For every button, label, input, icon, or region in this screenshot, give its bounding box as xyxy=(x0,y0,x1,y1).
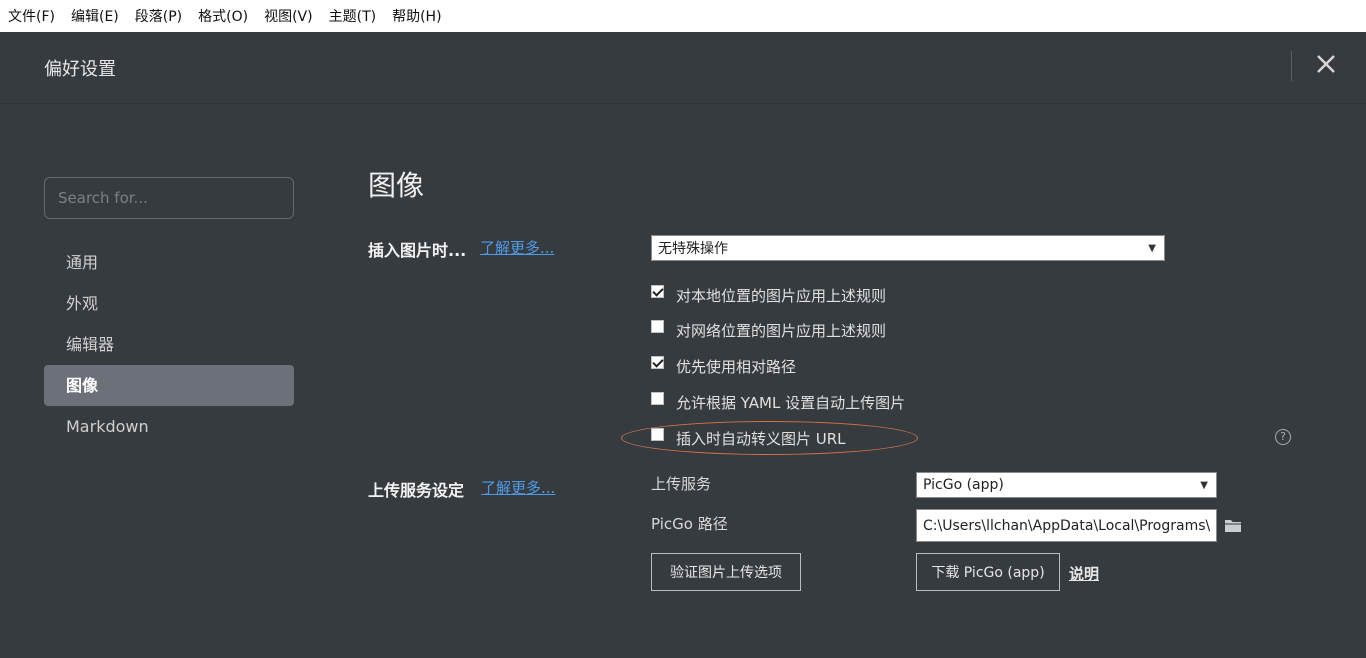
upload-service-select[interactable]: PicGo (app) ▼ xyxy=(916,472,1217,498)
option-label: 对网络位置的图片应用上述规则 xyxy=(676,321,887,340)
option-label: 对本地位置的图片应用上述规则 xyxy=(676,286,887,305)
sidebar-item-appearance[interactable]: 外观 xyxy=(44,283,294,324)
help-icon[interactable]: ? xyxy=(1275,429,1291,445)
insert-learn-more-link[interactable]: 了解更多... xyxy=(480,237,554,258)
page-title: 偏好设置 xyxy=(44,59,116,80)
header-divider xyxy=(1291,51,1292,81)
sidebar-item-markdown[interactable]: Markdown xyxy=(44,406,294,447)
menu-edit[interactable]: 编辑(E) xyxy=(71,0,119,33)
menu-bar: 文件(F) 编辑(E) 段落(P) 格式(O) 视图(V) 主题(T) 帮助(H… xyxy=(0,0,1366,32)
download-picgo-button[interactable]: 下载 PicGo (app) xyxy=(916,553,1060,591)
search-input[interactable] xyxy=(44,177,294,219)
dropdown-arrow-icon: ▼ xyxy=(1200,479,1208,491)
verify-upload-button[interactable]: 验证图片上传选项 xyxy=(651,553,801,591)
checkbox-network-images[interactable] xyxy=(651,319,664,333)
close-icon xyxy=(1317,55,1335,73)
option-label: 优先使用相对路径 xyxy=(676,357,797,376)
menu-help[interactable]: 帮助(H) xyxy=(392,0,441,33)
option-relative-path[interactable]: 优先使用相对路径 xyxy=(651,355,796,377)
insert-action-value: 无特殊操作 xyxy=(658,241,728,257)
sidebar-item-general[interactable]: 通用 xyxy=(44,242,294,283)
checkbox-local-images[interactable] xyxy=(651,284,664,298)
close-button[interactable] xyxy=(1312,50,1340,78)
option-local-images[interactable]: 对本地位置的图片应用上述规则 xyxy=(651,284,886,306)
checkbox-yaml-upload[interactable] xyxy=(651,391,664,405)
menu-view[interactable]: 视图(V) xyxy=(264,0,313,33)
sidebar-item-image[interactable]: 图像 xyxy=(44,365,294,406)
upload-service-label: 上传服务设定 xyxy=(368,481,465,500)
service-field-label: 上传服务 xyxy=(651,475,712,493)
folder-icon[interactable] xyxy=(1225,519,1241,532)
menu-file[interactable]: 文件(F) xyxy=(8,0,55,33)
checkbox-relative-path[interactable] xyxy=(651,355,664,369)
option-network-images[interactable]: 对网络位置的图片应用上述规则 xyxy=(651,319,886,341)
menu-theme[interactable]: 主题(T) xyxy=(329,0,376,33)
picgo-path-input[interactable] xyxy=(916,509,1217,542)
upload-learn-more-link[interactable]: 了解更多... xyxy=(481,477,555,498)
preferences-header: 偏好设置 xyxy=(0,32,1366,104)
sidebar-nav: 通用 外观 编辑器 图像 Markdown xyxy=(44,242,294,447)
dropdown-arrow-icon: ▼ xyxy=(1148,242,1156,254)
insert-image-label: 插入图片时... xyxy=(368,241,467,260)
sidebar-item-editor[interactable]: 编辑器 xyxy=(44,324,294,365)
upload-service-value: PicGo (app) xyxy=(923,477,1004,493)
insert-action-select[interactable]: 无特殊操作 ▼ xyxy=(651,235,1165,261)
option-label: 允许根据 YAML 设置自动上传图片 xyxy=(676,393,906,412)
menu-format[interactable]: 格式(O) xyxy=(198,0,248,33)
section-title: 图像 xyxy=(368,169,425,202)
menu-paragraph[interactable]: 段落(P) xyxy=(135,0,182,33)
picgo-path-label: PicGo 路径 xyxy=(651,515,728,533)
explain-link[interactable]: 说明 xyxy=(1069,563,1099,584)
option-yaml-upload[interactable]: 允许根据 YAML 设置自动上传图片 xyxy=(651,391,905,413)
highlight-annotation xyxy=(621,421,918,455)
